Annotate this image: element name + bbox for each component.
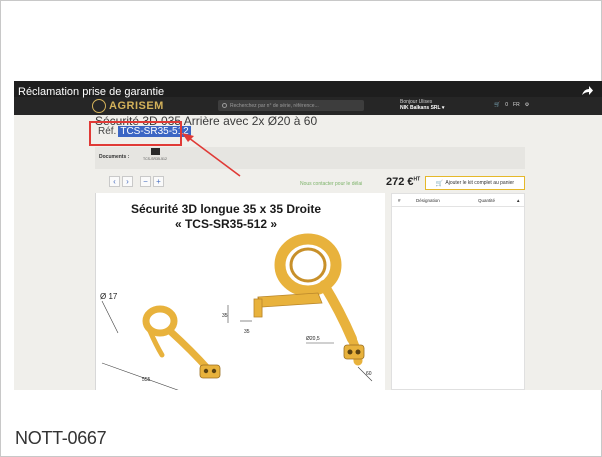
drawing-toolbar: ‹ › − + Nous contacter pour le délai 272… [95, 175, 525, 191]
technical-drawing: Sécurité 3D longue 35 x 35 Droite « TCS-… [95, 193, 385, 390]
dim-60: 60 [366, 371, 372, 377]
account-menu[interactable]: Bonjour Ulises NIK Balkans SRL ▾ [400, 99, 444, 111]
spring-flat-eye [199, 364, 221, 379]
search-icon [222, 103, 227, 108]
cart-icon[interactable]: 🛒 [494, 102, 500, 108]
contact-link[interactable]: Nous contacter pour le délai [300, 181, 362, 187]
cart-count: 0 [505, 102, 509, 108]
cart-icon: 🛒 [435, 180, 444, 187]
search-input[interactable]: Recherchez par n° de série, référence... [218, 100, 364, 111]
image-frame: AGRISEM Recherchez par n° de série, réfé… [0, 0, 602, 457]
dim-205: Ø20,5 [306, 336, 320, 342]
site-navbar: AGRISEM Recherchez par n° de série, réfé… [14, 97, 602, 115]
parts-table: # Désignation Quantité ▲ [391, 193, 525, 390]
dim-line-diameter [101, 300, 119, 334]
col-quantity[interactable]: Quantité [478, 198, 495, 203]
account-name: NIK Balkans SRL ▾ [400, 105, 445, 111]
language-selector[interactable]: FR [513, 102, 520, 108]
price-value: 272 € [386, 176, 414, 188]
spring-flat [142, 305, 212, 373]
dim-diameter: Ø 17 [100, 292, 118, 301]
documents-label: Documents : [99, 154, 130, 160]
logo-text: AGRISEM [109, 100, 164, 112]
dim-35a: 35 [222, 313, 228, 319]
spring-drawing: Ø 17 35 35 Ø20,5 555 60 [100, 233, 373, 390]
col-hash[interactable]: # [398, 198, 401, 203]
add-kit-button[interactable]: 🛒 Ajouter le kit complet au panier [425, 176, 525, 190]
video-player[interactable]: AGRISEM Recherchez par n° de série, réfé… [14, 81, 602, 390]
sort-caret-icon[interactable]: ▲ [516, 198, 520, 203]
nav-icons: 🛒 0 FR ⚙ [494, 102, 529, 108]
settings-icon[interactable]: ⚙ [525, 102, 529, 108]
website-screen: AGRISEM Recherchez par n° de série, réfé… [14, 97, 602, 390]
add-kit-label: Ajouter le kit complet au panier [445, 180, 515, 186]
video-title: Réclamation prise de garantie [18, 86, 165, 98]
dim-555: 555 [142, 377, 151, 383]
zoom-in-button[interactable]: + [153, 176, 164, 187]
search-placeholder: Recherchez par n° de série, référence... [230, 102, 319, 109]
documents-bar: Documents : TCS-SR35-512 [95, 147, 525, 169]
share-icon[interactable] [580, 84, 594, 98]
col-designation[interactable]: Désignation [416, 198, 440, 203]
document-caption: TCS-SR35-512 [143, 157, 167, 161]
highlight-box [89, 121, 182, 146]
spring-bar [253, 292, 323, 318]
table-header-divider [392, 206, 524, 207]
prev-button[interactable]: ‹ [109, 176, 120, 187]
logo-icon [92, 99, 106, 113]
spring-eye [343, 344, 365, 360]
dim-35b: 35 [244, 329, 250, 335]
price-suffix: HT [413, 176, 421, 183]
document-icon[interactable] [151, 148, 160, 155]
zoom-out-button[interactable]: − [140, 176, 151, 187]
image-caption: NOTT-0667 [15, 428, 107, 448]
site-logo[interactable]: AGRISEM [92, 98, 164, 114]
next-button[interactable]: › [122, 176, 133, 187]
price: 272 €HT [386, 176, 420, 188]
